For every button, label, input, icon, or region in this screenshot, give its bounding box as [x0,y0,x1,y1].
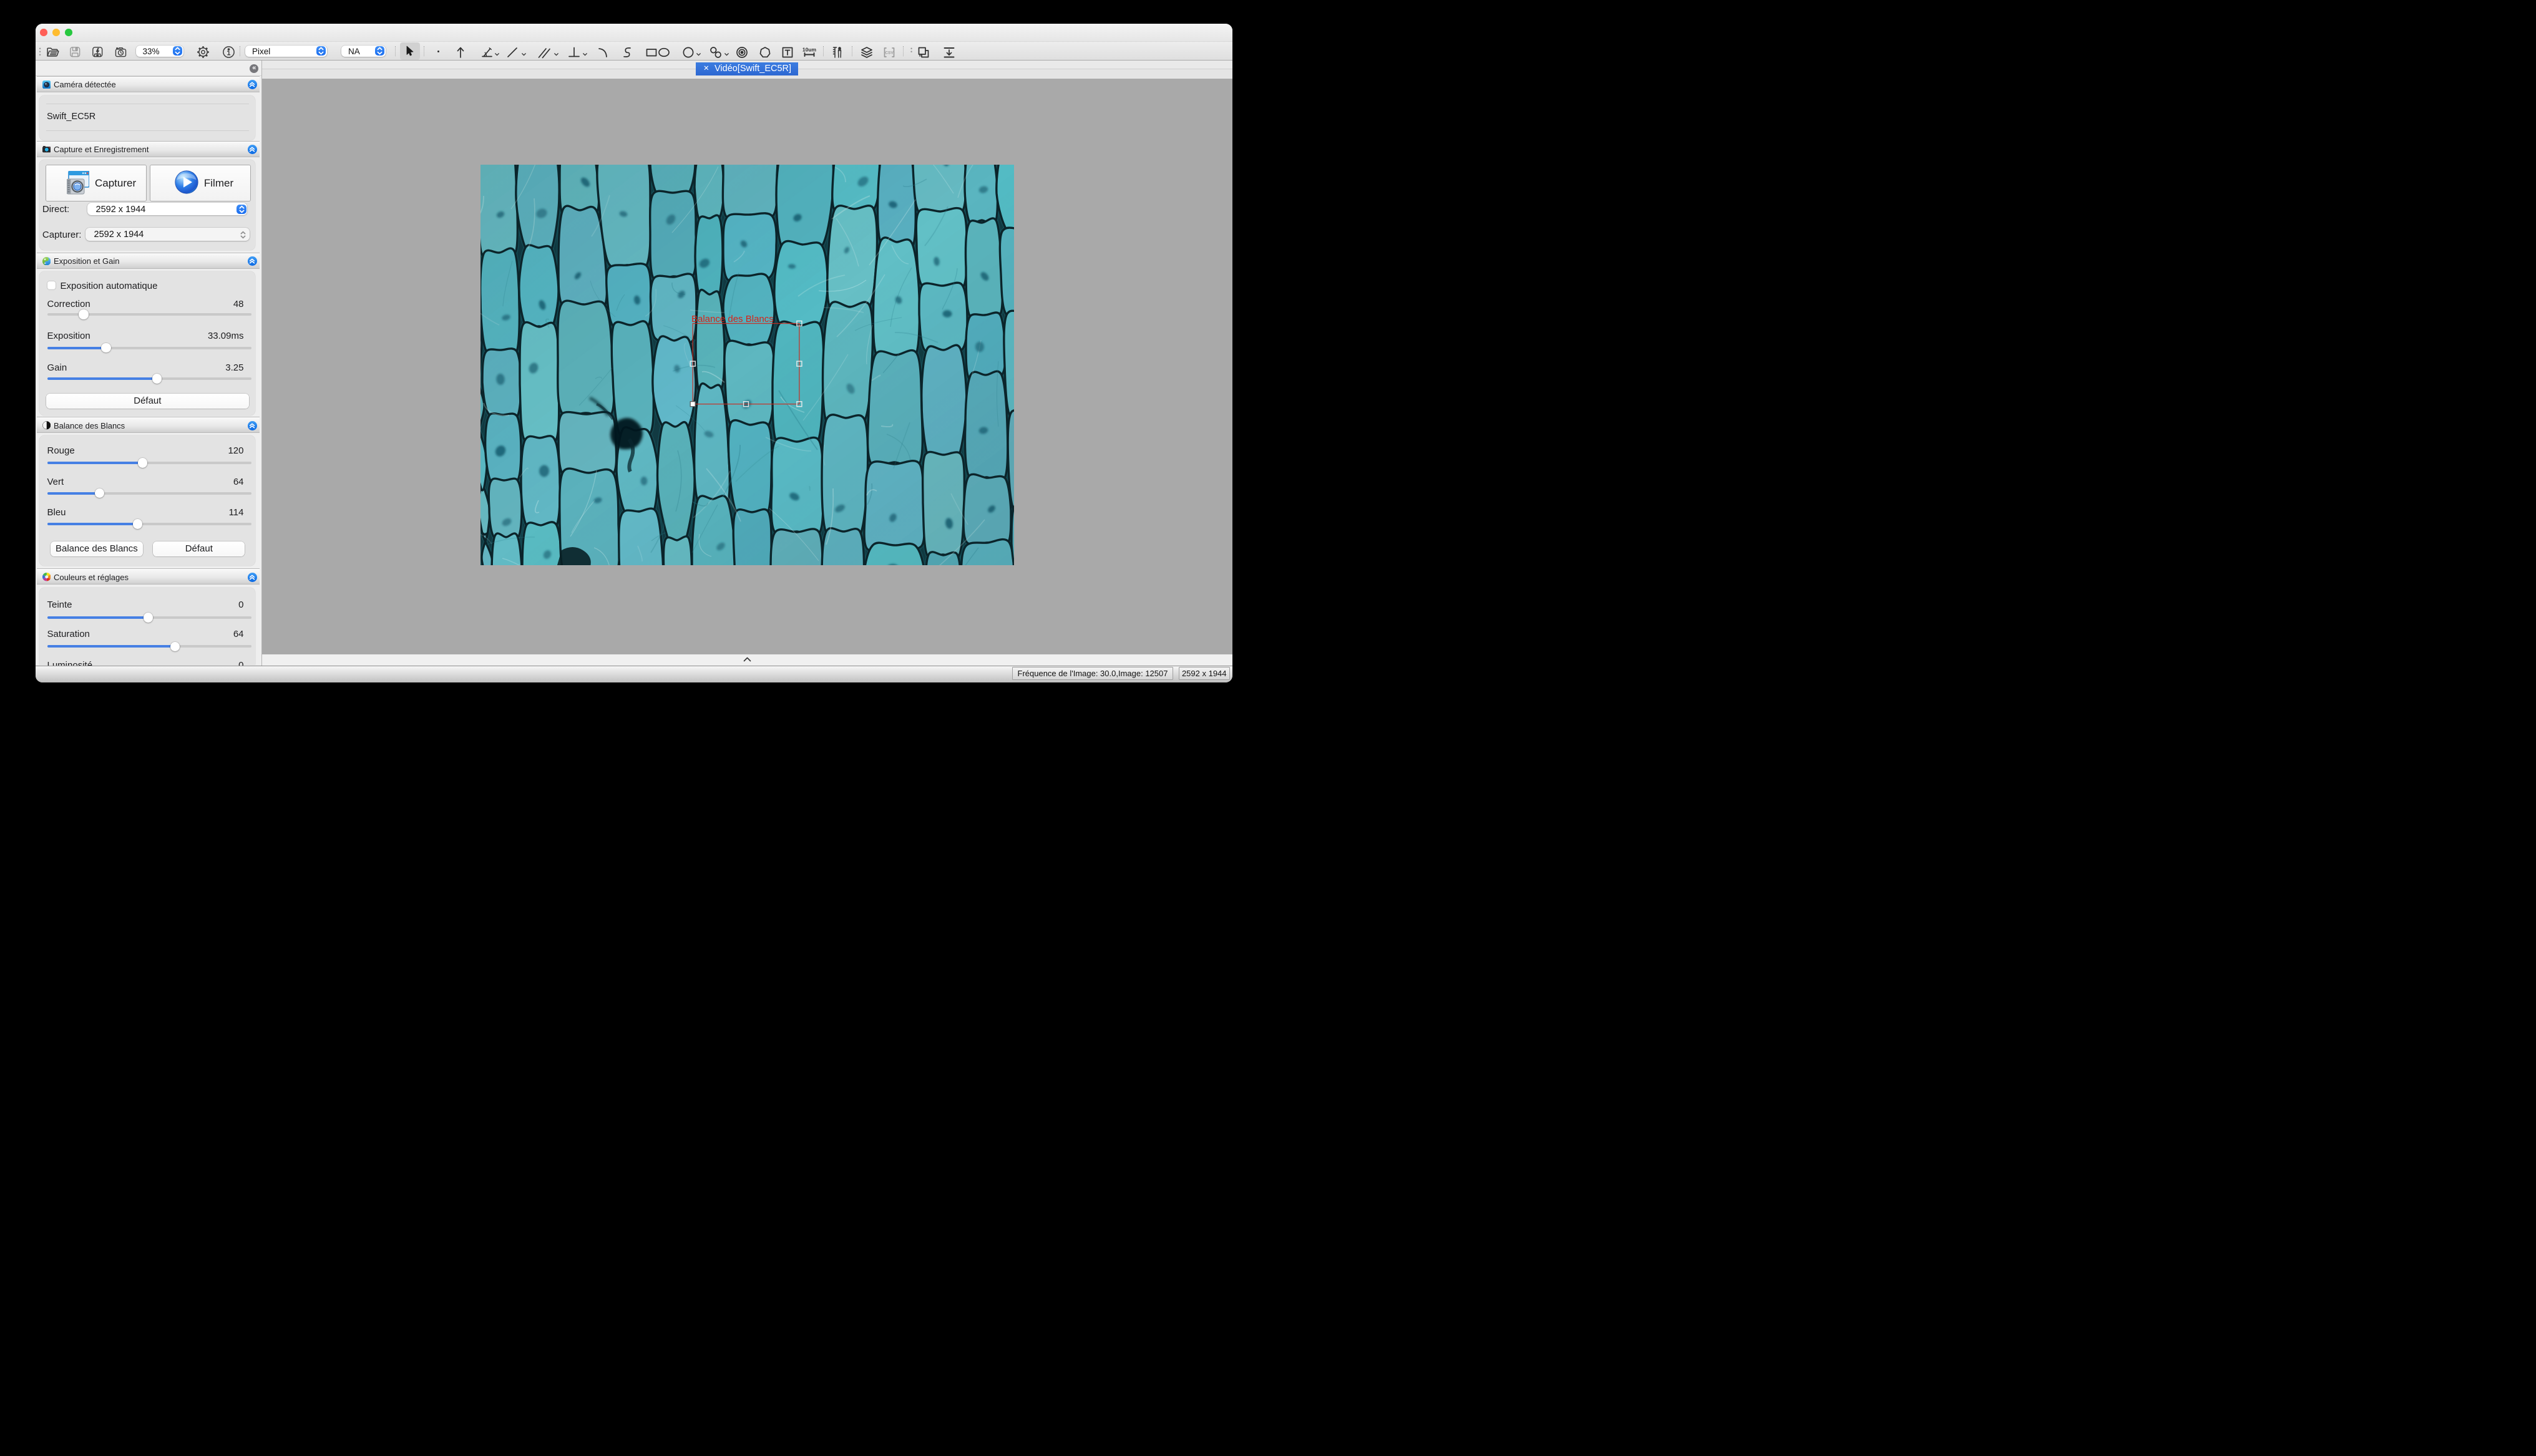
svg-text:Balance des Blancs: Balance des Blancs [691,314,774,324]
svg-text:CSV: CSV [885,51,894,55]
svg-text:10um: 10um [802,46,816,52]
